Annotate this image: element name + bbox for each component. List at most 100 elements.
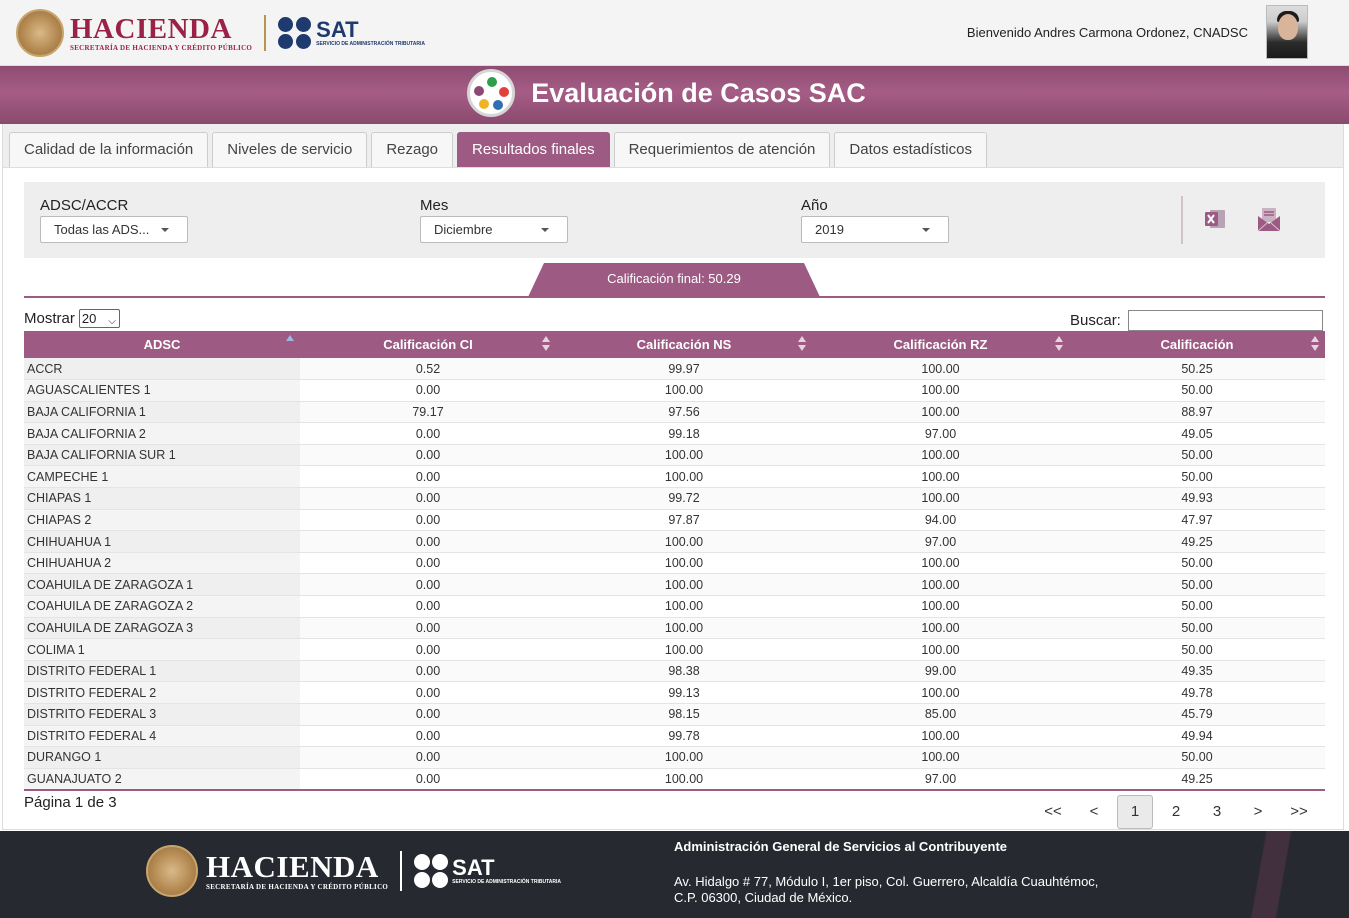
sat-subtitle: SERVICIO DE ADMINISTRACIÓN TRIBUTARIA: [316, 41, 425, 47]
footer-address: Av. Hidalgo # 77, Módulo I, 1er piso, Co…: [674, 874, 1174, 906]
table-row: AGUASCALIENTES 1 0.00 100.00 100.00 50.00: [24, 379, 1325, 402]
cell-score: 100.00: [812, 379, 1069, 402]
adsc-label: ADSC/ACCR: [40, 197, 129, 214]
sort-asc-icon: [286, 335, 294, 341]
avatar[interactable]: [1266, 5, 1308, 59]
sat-dots-icon: [278, 17, 312, 49]
chevron-down-icon: ⌵: [108, 316, 116, 327]
cell-adsc: DISTRITO FEDERAL 2: [24, 681, 300, 704]
column-header-calificacion[interactable]: Calificación: [1069, 331, 1325, 358]
cell-score: 100.00: [812, 465, 1069, 489]
cell-score: 0.00: [300, 595, 556, 618]
table-row: GUANAJUATO 2 0.00 100.00 97.00 49.25: [24, 768, 1325, 791]
footer-hacienda-title: HACIENDA: [206, 849, 379, 884]
table-body: ACCR 0.52 99.97 100.00 50.25 AGUASCALIENTES 1…: [24, 358, 1325, 791]
cell-score: 0.00: [300, 681, 556, 704]
footer-logo-divider: [400, 851, 403, 891]
cell-score: 49.93: [1069, 487, 1325, 510]
page-size-select[interactable]: 20 ⌵: [78, 309, 120, 328]
cell-score: 94.00: [812, 509, 1069, 532]
hacienda-wordmark: HACIENDA SECRETARÍA DE HACIENDA Y CRÉDIT…: [70, 14, 252, 52]
cell-adsc: BAJA CALIFORNIA 1: [24, 401, 300, 424]
tab-niveles-servicio[interactable]: Niveles de servicio: [212, 132, 368, 167]
column-header-calificacion-ns[interactable]: Calificación NS: [556, 331, 812, 358]
cell-score: 100.00: [812, 638, 1069, 661]
cell-score: 100.00: [812, 725, 1069, 748]
table-row: CHIHUAHUA 2 0.00 100.00 100.00 50.00: [24, 552, 1325, 575]
excel-export-icon[interactable]: [1203, 207, 1227, 231]
page-size-value: 20: [81, 311, 97, 326]
cell-score: 50.00: [1069, 465, 1325, 489]
cell-adsc: COAHUILA DE ZARAGOZA 2: [24, 595, 300, 618]
mes-filter: Mes Diciembre: [420, 197, 568, 243]
cell-score: 49.25: [1069, 530, 1325, 553]
cell-score: 100.00: [556, 552, 812, 575]
cell-score: 100.00: [556, 530, 812, 553]
pagination-first[interactable]: <<: [1035, 795, 1071, 829]
search-label: Buscar:: [1070, 312, 1121, 329]
column-header-calificacion-rz[interactable]: Calificación RZ: [812, 331, 1069, 358]
cell-adsc: CHIAPAS 2: [24, 509, 300, 532]
cell-score: 79.17: [300, 401, 556, 424]
mes-label: Mes: [420, 197, 449, 214]
pagination-prev[interactable]: <: [1076, 795, 1112, 829]
cell-score: 0.00: [300, 422, 556, 445]
cell-adsc: ACCR: [24, 358, 300, 381]
filter-divider: [1181, 196, 1183, 244]
cell-score: 97.87: [556, 509, 812, 532]
tab-requerimientos-atencion[interactable]: Requerimientos de atención: [613, 132, 831, 167]
pagination-page-2[interactable]: 2: [1158, 795, 1194, 829]
cell-score: 100.00: [812, 746, 1069, 769]
cell-score: 0.52: [300, 358, 556, 381]
cell-score: 0.00: [300, 530, 556, 553]
tab-rezago[interactable]: Rezago: [371, 132, 454, 167]
column-header-adsc[interactable]: ADSC: [24, 331, 300, 358]
footer-title: Administración General de Servicios al C…: [674, 839, 1008, 854]
cell-score: 0.00: [300, 768, 556, 791]
table-row: ACCR 0.52 99.97 100.00 50.25: [24, 358, 1325, 381]
footer-address-line1: Av. Hidalgo # 77, Módulo I, 1er piso, Co…: [674, 874, 1099, 889]
cell-score: 0.00: [300, 703, 556, 726]
mes-select[interactable]: Diciembre: [420, 216, 568, 243]
tab-calidad-informacion[interactable]: Calidad de la información: [9, 132, 209, 167]
pagination-page-1[interactable]: 1: [1117, 795, 1153, 829]
cell-score: 100.00: [556, 638, 812, 661]
cell-score: 100.00: [812, 487, 1069, 510]
adsc-select[interactable]: Todas las ADS...: [40, 216, 188, 243]
caret-down-icon: [922, 228, 930, 232]
cell-score: 88.97: [1069, 401, 1325, 424]
column-header-calificacion-ci[interactable]: Calificación CI: [300, 331, 556, 358]
pagination-last[interactable]: >>: [1281, 795, 1317, 829]
pagination-page-3[interactable]: 3: [1199, 795, 1235, 829]
pagination-next[interactable]: >: [1240, 795, 1276, 829]
cell-score: 98.15: [556, 703, 812, 726]
anio-select[interactable]: 2019: [801, 216, 949, 243]
tab-datos-estadisticos[interactable]: Datos estadísticos: [834, 132, 987, 167]
cell-score: 50.00: [1069, 595, 1325, 618]
hacienda-sat-logo[interactable]: HACIENDA SECRETARÍA DE HACIENDA Y CRÉDIT…: [16, 9, 425, 57]
anio-select-value: 2019: [815, 222, 844, 237]
cell-score: 0.00: [300, 509, 556, 532]
cell-score: 100.00: [812, 681, 1069, 704]
cell-score: 50.00: [1069, 573, 1325, 597]
cell-score: 0.00: [300, 465, 556, 489]
calificacion-final-text: Calificación final: 50.29: [607, 271, 741, 286]
footer-logo: HACIENDA SECRETARÍA DE HACIENDA Y CRÉDIT…: [146, 845, 561, 897]
title-band: Evaluación de Casos SAC: [0, 66, 1349, 124]
search-control: Buscar:: [1070, 310, 1323, 331]
tab-resultados-finales[interactable]: Resultados finales: [457, 132, 610, 167]
cell-score: 100.00: [556, 444, 812, 467]
search-input[interactable]: [1127, 310, 1323, 331]
page-title: Evaluación de Casos SAC: [531, 78, 866, 108]
cell-score: 100.00: [556, 595, 812, 618]
cell-score: 99.00: [812, 660, 1069, 683]
anio-filter: Año 2019: [801, 197, 949, 243]
cell-score: 0.00: [300, 444, 556, 467]
cell-score: 50.00: [1069, 552, 1325, 575]
welcome-text: Bienvenido Andres Carmona Ordonez, CNADS…: [966, 25, 1248, 40]
table-row: CHIHUAHUA 1 0.00 100.00 97.00 49.25: [24, 530, 1325, 553]
cell-score: 100.00: [812, 401, 1069, 424]
cell-score: 49.05: [1069, 422, 1325, 445]
email-report-icon[interactable]: [1257, 206, 1281, 232]
cell-score: 50.00: [1069, 379, 1325, 402]
